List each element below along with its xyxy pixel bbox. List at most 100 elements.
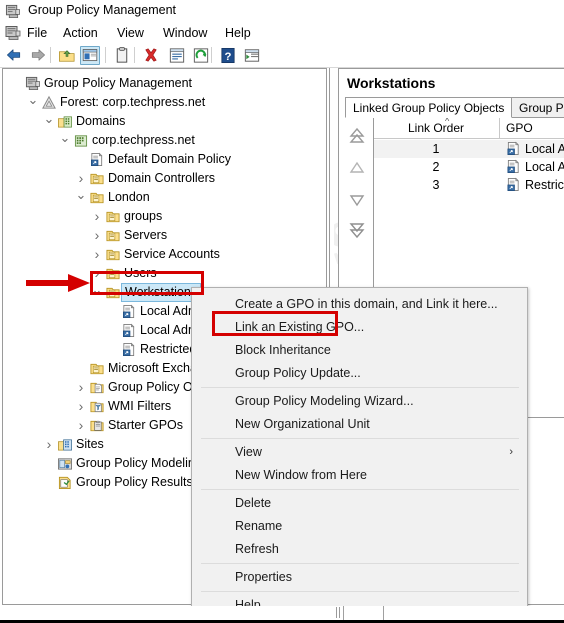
show-hide-console-tree-button[interactable]: [80, 46, 100, 65]
menu-item-link-an-existing-gpo[interactable]: Link an Existing GPO...: [193, 316, 527, 339]
chevron-right-icon[interactable]: ›: [73, 416, 89, 435]
menu-item-view[interactable]: View ›: [193, 441, 527, 464]
menu-item-delete[interactable]: Delete: [193, 492, 527, 515]
chevron-down-icon[interactable]: ⌄: [89, 283, 105, 302]
tree-item-label: corp.techpress.net: [92, 133, 195, 147]
menu-bar: File Action View Window Help: [0, 23, 564, 43]
tree-item-label: Group Policy Obj: [108, 380, 203, 394]
chevron-right-icon[interactable]: ›: [73, 169, 89, 188]
console-icon: [5, 4, 20, 18]
chevron-down-icon[interactable]: ⌄: [73, 188, 89, 207]
chevron-right-icon[interactable]: ›: [89, 207, 105, 226]
chevron-right-icon[interactable]: ›: [89, 264, 105, 283]
properties-window-icon: [169, 48, 185, 63]
menu-item-new-window-from-here[interactable]: New Window from Here: [193, 464, 527, 487]
export-list-button[interactable]: [242, 46, 262, 65]
chevron-right-icon[interactable]: ›: [73, 378, 89, 397]
delete-button[interactable]: [141, 46, 161, 65]
menu-item-label: Group Policy Update...: [235, 366, 361, 380]
show-hide-console-tree-icon: [82, 49, 98, 62]
cell-link-order: 3: [432, 178, 440, 192]
forward-button[interactable]: [28, 46, 48, 65]
domains-icon: [58, 116, 72, 128]
up-folder-icon: [59, 50, 75, 62]
svg-text:?: ?: [225, 51, 232, 63]
menu-file[interactable]: File: [22, 25, 52, 41]
window-title: Group Policy Management: [28, 3, 176, 17]
system-menu-icon[interactable]: [5, 25, 21, 41]
tree-item-label: Workstations: [121, 283, 202, 302]
table-row[interactable]: 3 Restricted: [374, 176, 564, 194]
chevron-down-icon[interactable]: ⌄: [57, 131, 73, 150]
chevron-right-icon[interactable]: ›: [73, 397, 89, 416]
menu-item-create-a-gpo-in-this-domain-and-link-it-here[interactable]: Create a GPO in this domain, and Link it…: [193, 293, 527, 316]
gpo-link-icon: [123, 342, 135, 357]
menu-item-new-organizational-unit[interactable]: New Organizational Unit: [193, 413, 527, 436]
tab-group-policy-inheritance[interactable]: Group Policy I: [511, 97, 564, 118]
menu-action[interactable]: Action: [58, 25, 103, 41]
properties-window-button[interactable]: [167, 46, 187, 65]
results-pane-title: Workstations: [347, 75, 436, 91]
title-bar: Group Policy Management: [0, 0, 564, 23]
chevron-down-icon[interactable]: ⌄: [41, 112, 57, 131]
menu-view[interactable]: View: [112, 25, 149, 41]
toolbar: ?: [0, 43, 564, 68]
chevron-down-icon[interactable]: ⌄: [25, 93, 41, 112]
gpo-name: Local Adm: [525, 142, 564, 156]
sites-icon: [58, 439, 72, 451]
menu-item-properties[interactable]: Properties: [193, 566, 527, 589]
delete-x-icon: [145, 48, 157, 62]
tree-item-label: Group Policy Management: [44, 76, 192, 90]
move-down-button[interactable]: [345, 189, 369, 211]
gpo-name: Restricted: [525, 178, 564, 192]
ou-icon: [106, 230, 120, 242]
menu-item-group-policy-update[interactable]: Group Policy Update...: [193, 362, 527, 385]
cell-link-order: 2: [432, 160, 440, 174]
menu-item-block-inheritance[interactable]: Block Inheritance: [193, 339, 527, 362]
menu-item-refresh[interactable]: Refresh: [193, 538, 527, 561]
table-row[interactable]: 2 Local Adm: [374, 158, 564, 176]
back-button[interactable]: [4, 46, 24, 65]
menu-item-group-policy-modeling-wizard[interactable]: Group Policy Modeling Wizard...: [193, 390, 527, 413]
gp-modeling-icon: [58, 458, 72, 470]
menu-help[interactable]: Help: [220, 25, 256, 41]
chevron-right-icon[interactable]: ›: [89, 226, 105, 245]
move-to-bottom-button[interactable]: [345, 219, 369, 241]
tree-item-label: London: [108, 190, 150, 204]
chevron-right-icon[interactable]: ›: [41, 435, 57, 454]
ou-icon: [106, 268, 120, 280]
group-policy-management-window: Group Policy Management File Action View…: [0, 0, 564, 623]
toolbar-separator: [134, 47, 135, 63]
tab-linked-group-policy-objects[interactable]: Linked Group Policy Objects: [345, 97, 513, 118]
gpo-link-icon: [507, 177, 519, 192]
help-button[interactable]: ?: [218, 46, 238, 65]
move-to-top-button[interactable]: [345, 125, 369, 147]
wmi-filter-icon: [90, 401, 104, 413]
column-header-gpo[interactable]: GPO: [506, 118, 533, 138]
properties-clipboard-button[interactable]: [112, 46, 132, 65]
table-row[interactable]: 1 Local Adm: [374, 140, 564, 158]
menu-window[interactable]: Window: [158, 25, 212, 41]
tree-item-label: groups: [124, 209, 163, 223]
move-up-button[interactable]: [345, 157, 369, 179]
menu-item-rename[interactable]: Rename: [193, 515, 527, 538]
tree-item-label: Local Adm: [140, 323, 199, 337]
column-divider[interactable]: [499, 118, 500, 138]
column-header-link-order[interactable]: Link Order: [374, 118, 498, 138]
chevron-right-icon[interactable]: ›: [89, 245, 105, 264]
forward-icon: [31, 49, 46, 61]
refresh-button[interactable]: [191, 46, 211, 65]
tree-item-label: Domain Controllers: [108, 171, 215, 185]
gpo-link-icon: [123, 323, 135, 338]
menu-item-label: Rename: [235, 519, 283, 533]
menu-separator: [201, 489, 519, 490]
tree-item-label: Forest: corp.techpress.net: [60, 95, 206, 109]
gpo-link-icon: [507, 141, 519, 156]
up-one-level-button[interactable]: [57, 46, 77, 65]
link-order-buttons: [343, 121, 371, 251]
gpo-link-icon: [123, 304, 135, 319]
tree-item-label: Starter GPOs: [108, 418, 184, 432]
